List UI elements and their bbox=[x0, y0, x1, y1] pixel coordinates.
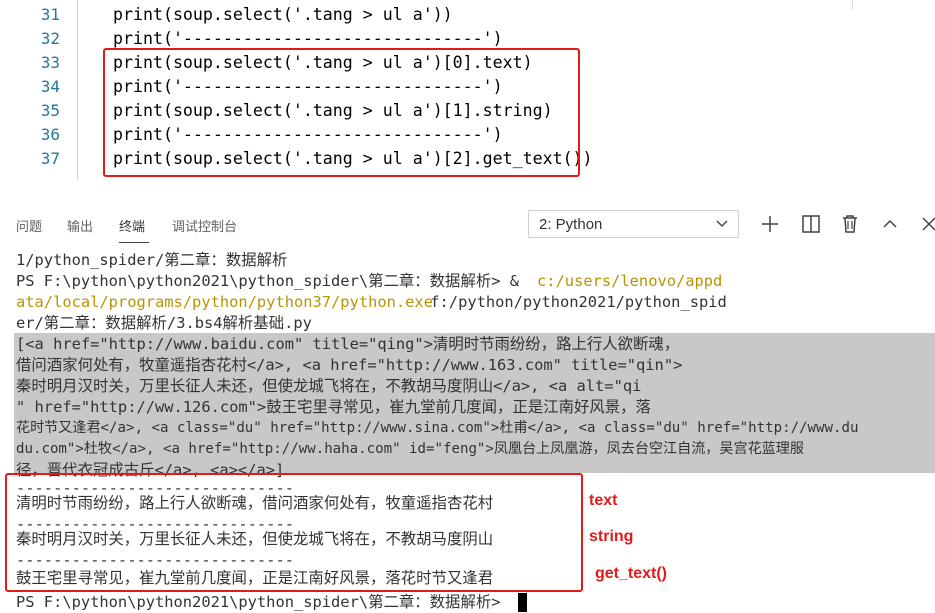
close-icon[interactable] bbox=[917, 212, 935, 236]
indent-guide bbox=[77, 0, 78, 180]
terminal-line: " href="http://ww.126.com">鼓王宅里寻常见，崔九堂前几… bbox=[16, 398, 651, 416]
line-number: 32 bbox=[40, 29, 60, 48]
split-icon[interactable] bbox=[799, 212, 823, 236]
line-number: 34 bbox=[40, 77, 60, 96]
tab-debug-console[interactable]: 调试控制台 bbox=[172, 216, 237, 235]
active-tab-indicator bbox=[119, 242, 149, 243]
editor-ruler bbox=[852, 0, 853, 10]
terminal-line: 1/python_spider/第二章：数据解析 bbox=[16, 251, 288, 269]
line-number: 37 bbox=[40, 149, 60, 168]
plus-icon[interactable] bbox=[758, 212, 782, 236]
tab-problems[interactable]: 问题 bbox=[16, 216, 42, 235]
tab-terminal[interactable]: 终端 bbox=[119, 216, 145, 235]
terminal-line: f:/python/python2021/python_spid bbox=[421, 293, 727, 311]
highlight-box-code bbox=[103, 48, 580, 177]
terminal-line: du.com">杜牧</a>, <a href="http://ww.haha.… bbox=[16, 441, 804, 457]
annotation-get-text: get_text() bbox=[595, 565, 668, 582]
chevron-up-icon[interactable] bbox=[878, 212, 902, 236]
tab-output[interactable]: 输出 bbox=[67, 216, 93, 235]
highlight-box-output bbox=[5, 473, 583, 592]
terminal-select-value: 2: Python bbox=[539, 216, 603, 233]
line-number: 35 bbox=[40, 101, 60, 120]
terminal-line: PS F:\python\python2021\python_spider\第二… bbox=[16, 272, 529, 290]
annotation-text: text bbox=[589, 492, 618, 509]
terminal-path: ata/local/programs/python/python37/pytho… bbox=[16, 293, 433, 311]
terminal-line: [<a href="http://www.baidu.com" title="q… bbox=[16, 335, 680, 353]
panel-header: 问题 输出 终端 调试控制台 bbox=[0, 206, 935, 244]
terminal-line: er/第二章：数据解析/3.bs4解析基础.py bbox=[16, 314, 312, 332]
terminal-select[interactable]: 2: Python bbox=[528, 210, 739, 238]
terminal-line: 秦时明月汉时关，万里长征人未还，但使龙城飞将在，不教胡马度阴山</a>, <a … bbox=[16, 377, 642, 395]
annotation-string: string bbox=[589, 528, 634, 545]
code-editor[interactable]: 31 32 33 34 35 36 37 print(soup.select('… bbox=[0, 0, 935, 196]
terminal-line: 花时节又逢君</a>, <a class="du" href="http://w… bbox=[16, 420, 859, 436]
line-number: 36 bbox=[40, 125, 60, 144]
trash-icon[interactable] bbox=[838, 212, 862, 236]
code-line[interactable]: print(soup.select('.tang > ul a')) bbox=[113, 3, 453, 27]
terminal-path: c:/users/lenovo/appd bbox=[537, 272, 723, 290]
terminal-prompt[interactable]: PS F:\python\python2021\python_spider\第二… bbox=[16, 592, 510, 613]
terminal-cursor bbox=[518, 593, 527, 612]
terminal-line: 借问酒家何处有，牧童遥指杏花村</a>, <a href="http://www… bbox=[16, 356, 683, 374]
line-number: 33 bbox=[40, 53, 60, 72]
line-number: 31 bbox=[40, 5, 60, 24]
chevron-down-icon bbox=[716, 220, 728, 227]
